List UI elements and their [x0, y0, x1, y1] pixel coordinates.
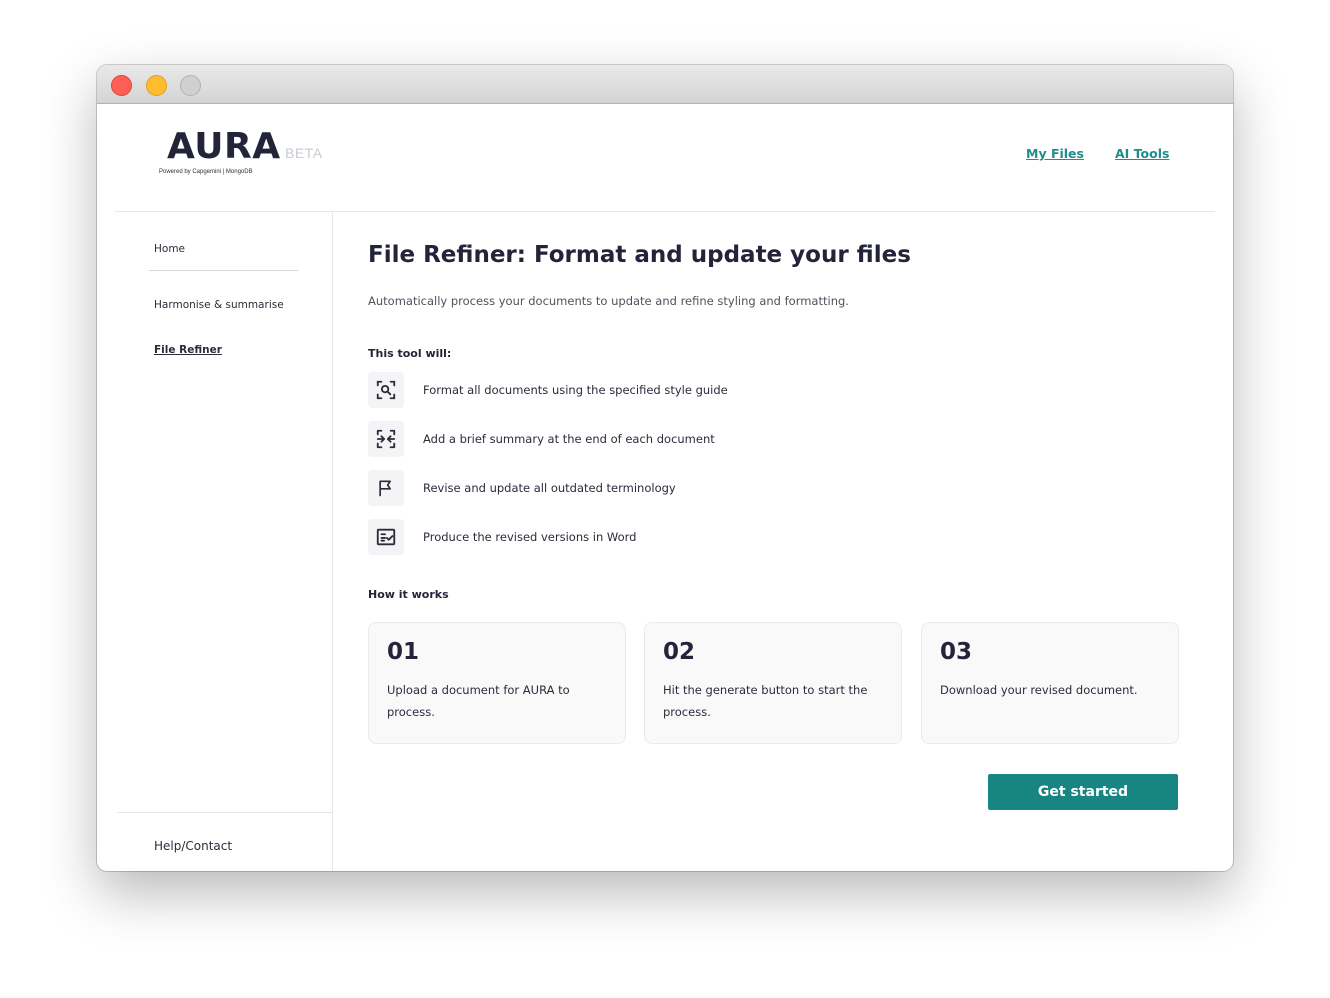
sidebar-bottom-divider	[117, 812, 332, 813]
step-number: 02	[663, 639, 696, 665]
page-subtitle: Automatically process your documents to …	[368, 294, 849, 308]
step-description: Upload a document for AURA to process.	[387, 683, 570, 719]
document-search-icon	[368, 372, 404, 408]
sidebar-item-file-refiner[interactable]: File Refiner	[154, 344, 222, 356]
nav-my-files-link[interactable]: My Files	[1026, 146, 1084, 161]
nav-ai-tools-link[interactable]: AI Tools	[1115, 146, 1169, 161]
feature-item: Revise and update all outdated terminolo…	[368, 470, 868, 506]
sidebar: Home Harmonise & summarise File Refiner …	[97, 212, 333, 871]
feature-item: Add a brief summary at the end of each d…	[368, 421, 868, 457]
close-window-button[interactable]	[111, 75, 132, 96]
checklist-icon	[368, 519, 404, 555]
flag-icon	[368, 470, 404, 506]
get-started-button[interactable]: Get started	[988, 774, 1178, 810]
sidebar-item-harmonise[interactable]: Harmonise & summarise	[154, 299, 284, 311]
feature-text: Revise and update all outdated terminolo…	[423, 481, 676, 495]
logo-text: AURA	[167, 126, 281, 167]
step-number: 03	[940, 639, 973, 665]
step-description: Download your revised document.	[940, 683, 1138, 697]
step-number: 01	[387, 639, 420, 665]
beta-badge: BETA	[285, 145, 323, 161]
feature-item: Produce the revised versions in Word	[368, 519, 868, 555]
step-card: 03 Download your revised document.	[921, 622, 1179, 744]
main-content: File Refiner: Format and update your fil…	[334, 212, 1233, 871]
step-card: 01 Upload a document for AURA to process…	[368, 622, 626, 744]
feature-text: Produce the revised versions in Word	[423, 530, 637, 544]
window-titlebar	[97, 65, 1233, 104]
sidebar-divider	[149, 270, 298, 271]
feature-text: Format all documents using the specified…	[423, 383, 728, 397]
app-header: AURA BETA Powered by Capgemini | MongoDB…	[97, 105, 1233, 212]
aura-logo[interactable]: AURA BETA Powered by Capgemini | MongoDB	[159, 126, 322, 176]
features-heading: This tool will:	[368, 347, 452, 360]
sidebar-item-home[interactable]: Home	[154, 243, 185, 255]
feature-item: Format all documents using the specified…	[368, 372, 868, 408]
page-title: File Refiner: Format and update your fil…	[368, 242, 911, 268]
step-card: 02 Hit the generate button to start the …	[644, 622, 902, 744]
minimize-window-button[interactable]	[146, 75, 167, 96]
sidebar-item-help[interactable]: Help/Contact	[154, 839, 232, 853]
compress-icon	[368, 421, 404, 457]
step-description: Hit the generate button to start the pro…	[663, 683, 868, 719]
feature-text: Add a brief summary at the end of each d…	[423, 432, 715, 446]
powered-by-text: Powered by Capgemini | MongoDB	[159, 169, 253, 175]
zoom-window-button[interactable]	[180, 75, 201, 96]
app-window: AURA BETA Powered by Capgemini | MongoDB…	[97, 65, 1233, 871]
how-it-works-heading: How it works	[368, 588, 449, 601]
